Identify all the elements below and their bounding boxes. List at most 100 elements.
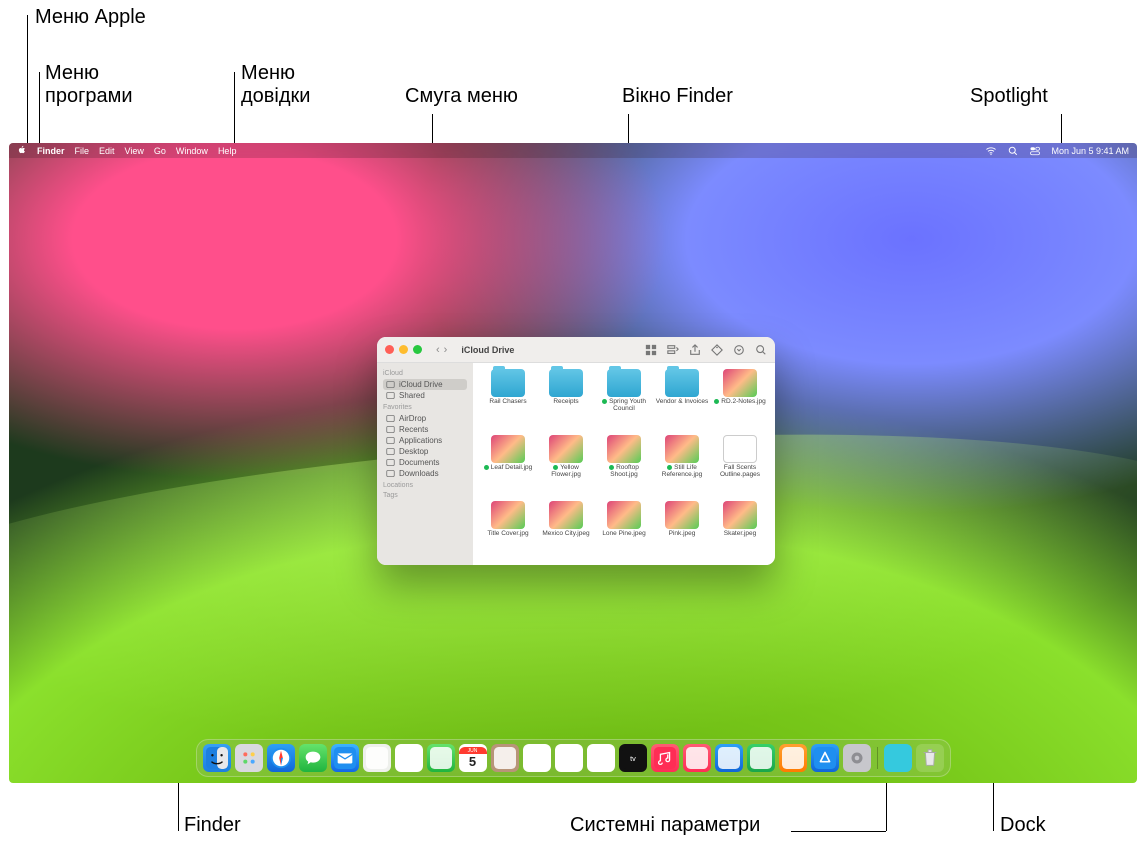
sidebar-item-applications[interactable]: Applications [383,435,467,446]
minimize-button[interactable] [399,345,408,354]
dock-messages[interactable] [299,744,327,772]
dock-reminders[interactable] [523,744,551,772]
finder-content: Rail Chasers Receipts Spring Youth Council… [473,363,775,565]
file-label: Still Life Reference.jpg [655,465,709,479]
group-menu-icon[interactable] [667,344,679,356]
view-icon-mode[interactable] [645,344,657,356]
back-button[interactable]: ‹ [436,344,440,356]
sidebar-item-label: Desktop [399,447,428,456]
dock-photos[interactable] [395,744,423,772]
image-icon [723,501,757,529]
sidebar-section-label: iCloud [383,370,467,377]
sidebar-item-downloads[interactable]: Downloads [383,468,467,479]
file-item[interactable]: Rooftop Shoot.jpg [597,435,651,499]
menubar-datetime[interactable]: Mon Jun 5 9:41 AM [1051,146,1129,156]
sidebar-item-label: AirDrop [399,414,426,423]
dock-numbers[interactable] [747,744,775,772]
callout-apple-menu: Меню Apple [35,6,146,29]
apple-menu-icon[interactable] [17,145,27,157]
menu-view[interactable]: View [125,146,144,156]
sidebar-item-label: Documents [399,458,439,467]
zoom-button[interactable] [413,345,422,354]
finder-sidebar: iCloudiCloud DriveSharedFavoritesAirDrop… [377,363,473,565]
spotlight-icon[interactable] [1007,145,1019,157]
folder-icon [607,369,641,397]
file-label: Rail Chasers [489,399,526,406]
forward-button[interactable]: › [444,344,448,356]
dock-trash[interactable] [916,744,944,772]
dock-news[interactable] [683,744,711,772]
tag-icon[interactable] [711,344,723,356]
menu-go[interactable]: Go [154,146,166,156]
file-item[interactable]: Yellow Flower.jpg [539,435,593,499]
sidebar-item-recents[interactable]: Recents [383,424,467,435]
file-item[interactable]: Skater.jpeg [713,501,767,565]
file-item[interactable]: Lone Pine.jpeg [597,501,651,565]
file-item[interactable]: Spring Youth Council [597,369,651,433]
sidebar-item-icloud-drive[interactable]: iCloud Drive [383,379,467,390]
dock-finder[interactable] [203,744,231,772]
control-center-icon[interactable] [1029,145,1041,157]
dock-notes[interactable] [555,744,583,772]
dock-pages[interactable] [779,744,807,772]
doc-icon [723,435,757,463]
dock-mail[interactable] [331,744,359,772]
sync-status-icon [667,465,672,470]
dock-keynote[interactable] [715,744,743,772]
sidebar-item-documents[interactable]: Documents [383,457,467,468]
dock-launchpad[interactable] [235,744,263,772]
dock-facetime[interactable] [427,744,455,772]
menu-file[interactable]: File [75,146,90,156]
sidebar-item-shared[interactable]: Shared [383,390,467,401]
dock-maps[interactable] [363,744,391,772]
file-label: Yellow Flower.jpg [539,465,593,479]
file-label: Fall Scents Outline.pages [713,465,767,479]
image-icon [665,435,699,463]
folder-icon [549,369,583,397]
image-icon [723,369,757,397]
sidebar-item-airdrop[interactable]: AirDrop [383,413,467,424]
file-item[interactable]: Title Cover.jpg [481,501,535,565]
dock-safari[interactable] [267,744,295,772]
file-label: Spring Youth Council [597,399,651,413]
file-label: Receipts [553,399,578,406]
dock-settings[interactable] [843,744,871,772]
close-button[interactable] [385,345,394,354]
dock-calendar[interactable]: JUN5 [459,744,487,772]
file-item[interactable]: Leaf Detail.jpg [481,435,535,499]
sidebar-item-label: iCloud Drive [399,380,443,389]
file-item[interactable]: Vendor & Invoices [655,369,709,433]
sync-status-icon [484,465,489,470]
action-menu-icon[interactable] [733,344,745,356]
file-item[interactable]: Mexico City.jpeg [539,501,593,565]
menu-app-name[interactable]: Finder [37,146,65,156]
grid-icon [386,436,395,445]
menu-help[interactable]: Help [218,146,237,156]
calendar-month-label: JUN [459,747,487,754]
file-item[interactable]: RD.2-Notes.jpg [713,369,767,433]
dock-music[interactable] [651,744,679,772]
image-icon [607,501,641,529]
menu-edit[interactable]: Edit [99,146,115,156]
file-item[interactable]: Still Life Reference.jpg [655,435,709,499]
file-item[interactable]: Receipts [539,369,593,433]
wifi-icon[interactable] [985,145,997,157]
dock-appstore[interactable] [811,744,839,772]
dock-downloads[interactable] [884,744,912,772]
dock-freeform[interactable] [587,744,615,772]
sidebar-item-desktop[interactable]: Desktop [383,446,467,457]
menu-bar: Finder File Edit View Go Window Help Mon… [9,143,1137,158]
file-item[interactable]: Rail Chasers [481,369,535,433]
dock-contacts[interactable] [491,744,519,772]
sync-status-icon [714,399,719,404]
svg-text:tv: tv [630,754,636,763]
file-item[interactable]: Pink.jpeg [655,501,709,565]
finder-titlebar[interactable]: ‹ › iCloud Drive [377,337,775,363]
file-label: Vendor & Invoices [656,399,708,406]
sidebar-item-label: Applications [399,436,442,445]
search-icon[interactable] [755,344,767,356]
share-icon[interactable] [689,344,701,356]
dock-tv[interactable]: tv [619,744,647,772]
file-item[interactable]: Fall Scents Outline.pages [713,435,767,499]
menu-window[interactable]: Window [176,146,208,156]
